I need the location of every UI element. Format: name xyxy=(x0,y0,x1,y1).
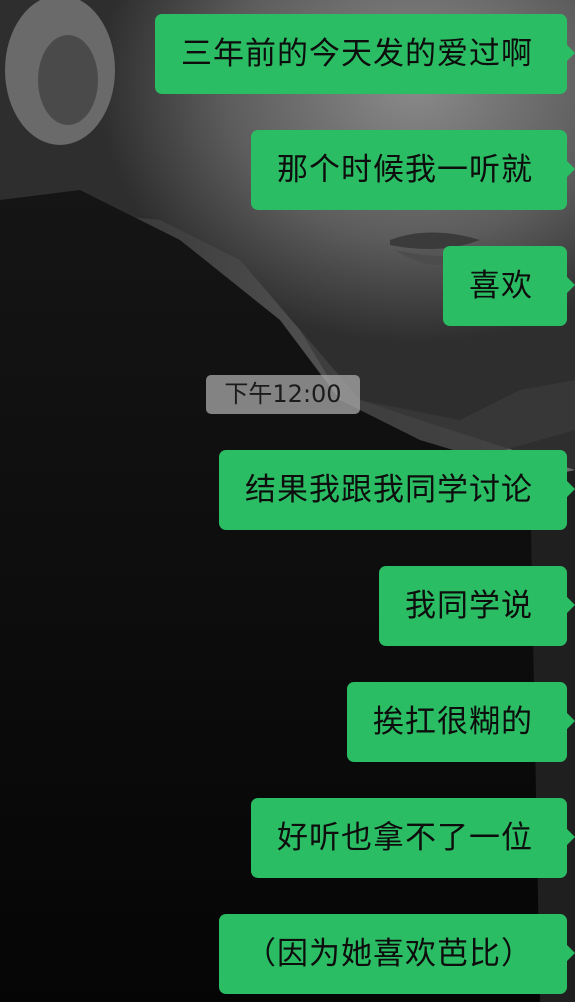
message-timestamp: 下午12:00 xyxy=(206,375,360,414)
message-text: （因为她喜欢芭比） xyxy=(245,936,533,972)
message-bubble[interactable]: 三年前的今天发的爱过啊 xyxy=(155,14,575,94)
message-text: 三年前的今天发的爱过啊 xyxy=(181,36,533,72)
message-bubble[interactable]: 那个时候我一听就 xyxy=(251,130,575,210)
message-text: 挨扛很糊的 xyxy=(373,704,533,740)
message-text: 我同学说 xyxy=(405,588,533,624)
timestamp-text: 下午12:00 xyxy=(224,380,342,408)
message-text: 结果我跟我同学讨论 xyxy=(245,472,533,508)
message-bubble[interactable]: 结果我跟我同学讨论 xyxy=(219,450,575,530)
message-text: 好听也拿不了一位 xyxy=(277,820,533,856)
message-bubble[interactable]: 我同学说 xyxy=(379,566,575,646)
chat-message-list[interactable]: 三年前的今天发的爱过啊 那个时候我一听就 喜欢 下午12:00 结果我跟我同学讨… xyxy=(0,0,575,1002)
message-text: 喜欢 xyxy=(469,268,533,304)
message-bubble[interactable]: 挨扛很糊的 xyxy=(347,682,575,762)
message-text: 那个时候我一听就 xyxy=(277,152,533,188)
message-bubble[interactable]: （因为她喜欢芭比） xyxy=(219,914,575,994)
message-bubble[interactable]: 喜欢 xyxy=(443,246,575,326)
message-bubble[interactable]: 好听也拿不了一位 xyxy=(251,798,575,878)
